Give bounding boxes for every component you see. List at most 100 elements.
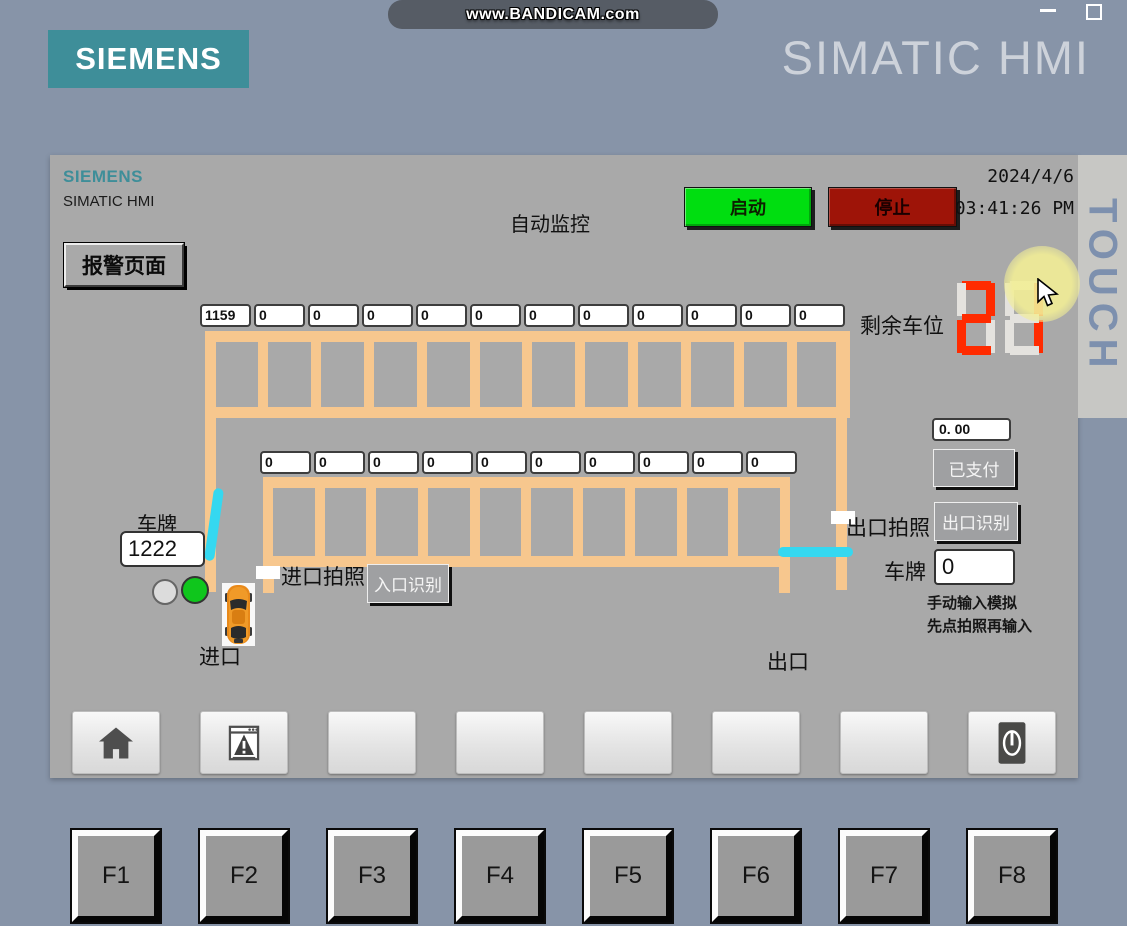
counter-field[interactable]: 0 [416, 304, 467, 327]
hmi-screen: SIEMENS SIMATIC HMI 自动监控 启动 停止 2024/4/6 … [50, 155, 1078, 778]
parking-divider [573, 488, 583, 556]
parking-divider [734, 342, 744, 407]
exit-lane-post-inner [779, 567, 790, 593]
exit-label: 出口 [767, 646, 809, 676]
counter-field[interactable]: 0 [578, 304, 629, 327]
counter-field[interactable]: 0 [530, 451, 581, 474]
manual-input-hint: 手动输入模拟 [927, 592, 1017, 613]
entrance-camera-sensor [256, 566, 280, 579]
parking-row-upper [205, 331, 850, 418]
function-key-f8[interactable]: F8 [968, 830, 1056, 922]
nav-button-blank[interactable] [456, 711, 544, 774]
alarm-page-button[interactable]: 报警页面 [64, 243, 184, 287]
siemens-logo: SIEMENS [48, 30, 249, 88]
counter-field[interactable]: 0 [362, 304, 413, 327]
parking-divider [575, 342, 585, 407]
nav-button-power[interactable] [968, 711, 1056, 774]
counter-field[interactable]: 0 [638, 451, 689, 474]
function-key-f5[interactable]: F5 [584, 830, 672, 922]
nav-button-blank[interactable] [712, 711, 800, 774]
parking-divider [263, 488, 273, 556]
minimize-icon[interactable] [1040, 9, 1056, 12]
counter-field[interactable]: 0 [740, 304, 791, 327]
exit-recognition-button[interactable]: 出口识别 [934, 502, 1018, 541]
nav-button-blank[interactable] [584, 711, 672, 774]
function-key-f2[interactable]: F2 [200, 830, 288, 922]
screen-simatic-label: SIMATIC HMI [63, 193, 154, 210]
touch-bezel-strip: TOUCH [1078, 155, 1127, 418]
simatic-hmi-title: SIMATIC HMI [782, 30, 1090, 85]
parking-divider [418, 488, 428, 556]
power-icon [997, 721, 1027, 765]
parking-row-lower [263, 477, 790, 567]
counter-field[interactable]: 0 [260, 451, 311, 474]
desktop: { "watermark": "www.BANDICAM.com", "bran… [0, 0, 1127, 926]
watermark-text: www.BANDICAM.com [466, 6, 640, 24]
paid-button[interactable]: 已支付 [933, 449, 1015, 487]
counter-field[interactable]: 0 [254, 304, 305, 327]
parking-divider [417, 342, 427, 407]
counter-field[interactable]: 1159 [200, 304, 251, 327]
photo-first-hint: 先点拍照再输入 [927, 615, 1032, 636]
start-button[interactable]: 启动 [684, 187, 812, 227]
parking-divider [628, 342, 638, 407]
counter-field[interactable]: 0 [368, 451, 419, 474]
counter-field[interactable]: 0 [584, 451, 635, 474]
parking-divider [258, 342, 268, 407]
exit-plate-label: 车牌 [884, 556, 926, 586]
home-icon [97, 726, 135, 760]
counter-field[interactable]: 0 [476, 451, 527, 474]
nav-button-blank[interactable] [328, 711, 416, 774]
exit-photo-label: 出口拍照 [846, 512, 930, 542]
parking-divider [366, 488, 376, 556]
screen-siemens-logo: SIEMENS [63, 167, 143, 187]
nav-button-blank[interactable] [840, 711, 928, 774]
parking-divider [625, 488, 635, 556]
status-lamp-on [181, 576, 209, 604]
parking-divider [315, 488, 325, 556]
counter-field[interactable]: 0 [470, 304, 521, 327]
function-key-f6[interactable]: F6 [712, 830, 800, 922]
function-key-f7[interactable]: F7 [840, 830, 928, 922]
amount-field[interactable]: 0. 00 [932, 418, 1011, 441]
counter-field[interactable]: 0 [632, 304, 683, 327]
stop-button[interactable]: 停止 [828, 187, 957, 227]
parking-divider [364, 342, 374, 407]
counter-field[interactable]: 0 [794, 304, 845, 327]
counter-field[interactable]: 0 [686, 304, 737, 327]
entry-plate-input[interactable]: 1222 [120, 531, 205, 567]
function-key-f3[interactable]: F3 [328, 830, 416, 922]
counter-field[interactable]: 0 [746, 451, 797, 474]
counter-field[interactable]: 0 [422, 451, 473, 474]
parking-divider [470, 488, 480, 556]
parking-divider [470, 342, 480, 407]
alarm-icon [227, 724, 261, 762]
parking-divider [780, 488, 790, 556]
car-icon [222, 583, 255, 646]
top-counter-row: 115900000000000 [200, 304, 845, 327]
parking-divider [681, 342, 691, 407]
counter-field[interactable]: 0 [308, 304, 359, 327]
time-display: 03:41:26 PM [955, 198, 1074, 219]
exit-plate-input[interactable]: 0 [934, 549, 1015, 585]
seven-segment-digit [957, 281, 995, 355]
mid-counter-row: 0000000000 [260, 451, 797, 474]
date-display: 2024/4/6 [987, 166, 1074, 187]
entry-photo-label: 进口拍照 [281, 561, 365, 591]
exit-gate-barrier [778, 547, 853, 557]
maximize-icon[interactable] [1086, 4, 1102, 20]
nav-button-home[interactable] [72, 711, 160, 774]
counter-field[interactable]: 0 [524, 304, 575, 327]
parking-divider [521, 488, 531, 556]
entry-recognition-button[interactable]: 入口识别 [367, 564, 449, 603]
counter-field[interactable]: 0 [314, 451, 365, 474]
nav-bar [50, 711, 1078, 774]
mouse-cursor [1036, 278, 1062, 313]
remaining-spots-label: 剩余车位 [860, 310, 944, 340]
function-key-f1[interactable]: F1 [72, 830, 160, 922]
parking-divider [787, 342, 797, 407]
nav-button-alarm[interactable] [200, 711, 288, 774]
function-key-f4[interactable]: F4 [456, 830, 544, 922]
parking-divider [677, 488, 687, 556]
counter-field[interactable]: 0 [692, 451, 743, 474]
